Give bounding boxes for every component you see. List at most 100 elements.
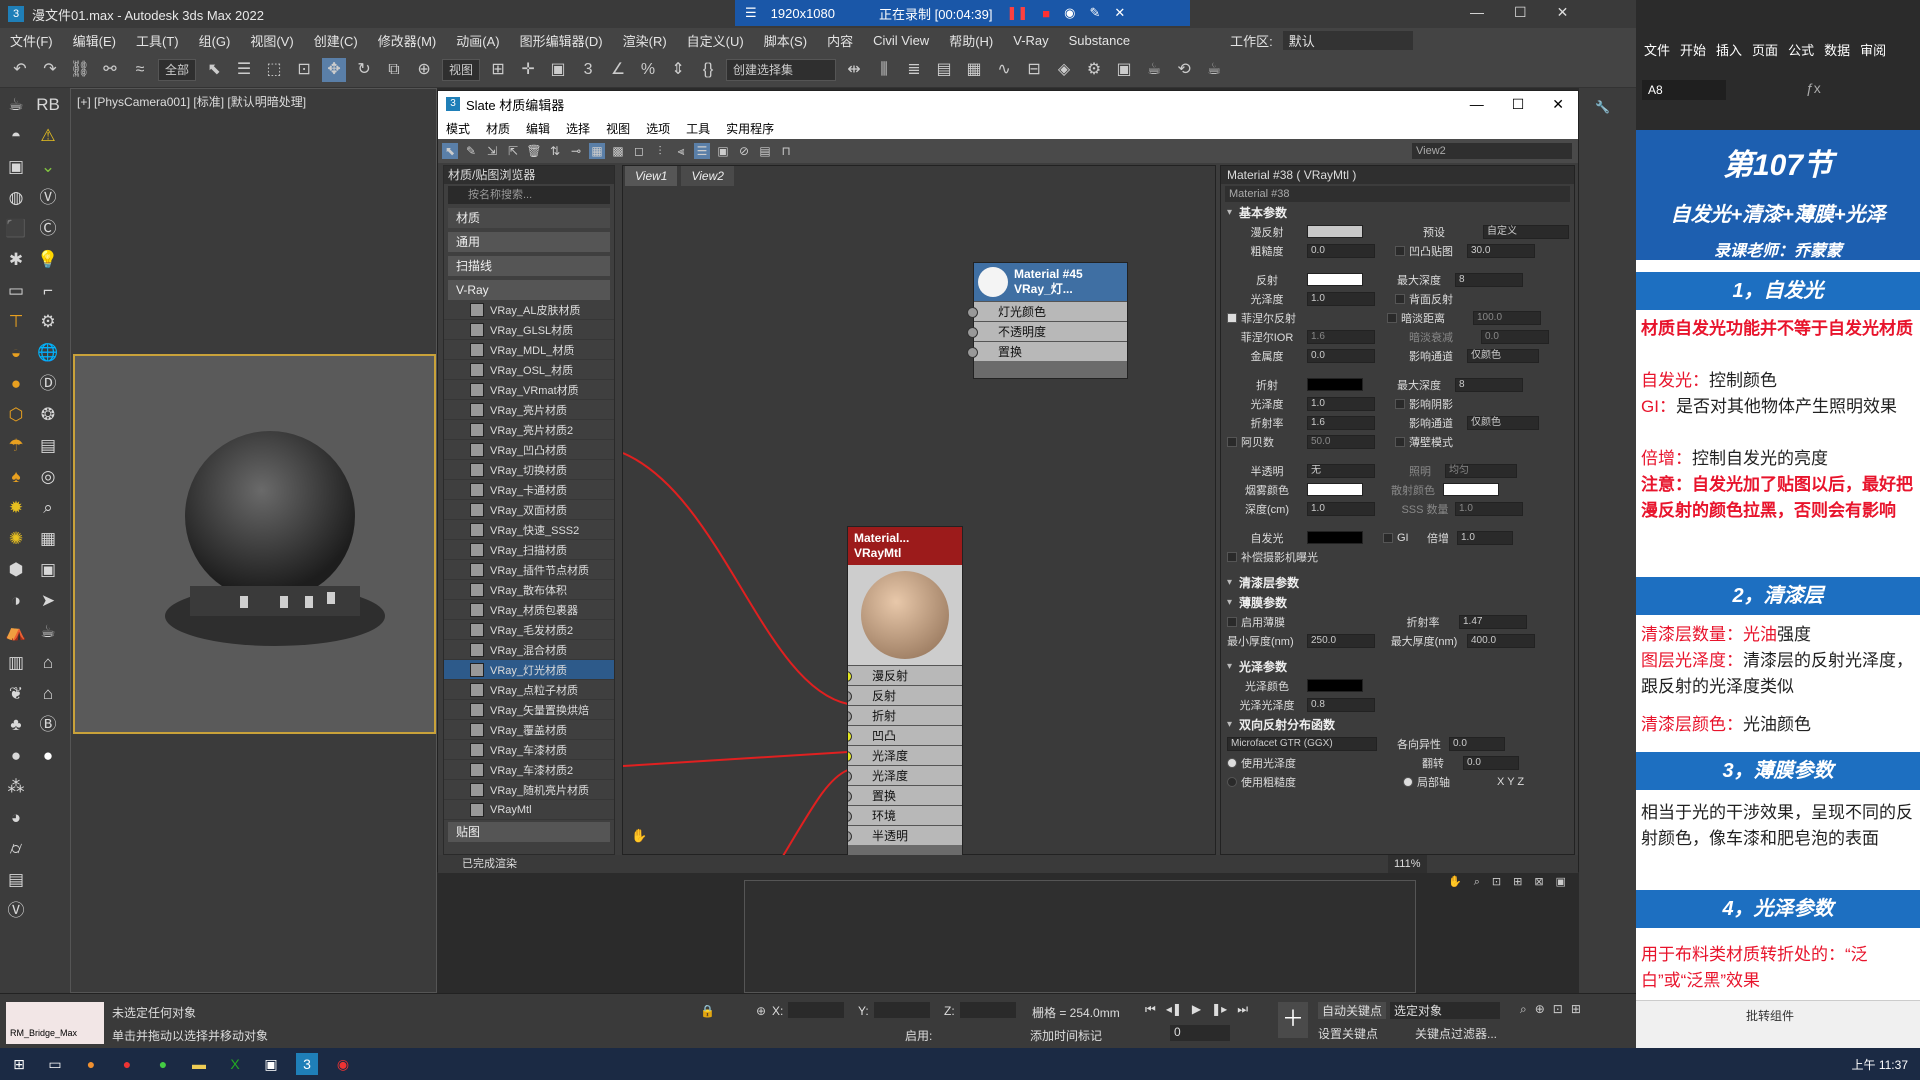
group-materials[interactable]: 材质: [448, 208, 610, 228]
star-light-icon[interactable]: ✹: [3, 495, 29, 521]
bulb-icon[interactable]: 💡: [35, 247, 61, 273]
start-icon[interactable]: ⊞: [8, 1053, 30, 1075]
bell-icon[interactable]: ⌂: [35, 650, 61, 676]
sme-menu-options[interactable]: 选项: [638, 120, 678, 137]
usegloss-radio[interactable]: [1227, 757, 1237, 768]
frame-icon[interactable]: ▣: [35, 557, 61, 583]
camera-tool-icon[interactable]: ▭: [3, 278, 29, 304]
gear-icon[interactable]: ⚙: [35, 309, 61, 335]
illum-select[interactable]: 均匀: [1445, 463, 1517, 478]
mirror-icon[interactable]: ⇹: [842, 58, 866, 82]
b-icon[interactable]: Ⓑ: [35, 712, 61, 738]
rotate-icon[interactable]: ↻: [352, 58, 376, 82]
node2-socket[interactable]: [848, 671, 852, 682]
tree-icon[interactable]: ♣: [3, 712, 29, 738]
material-list-item[interactable]: VRay_车漆材质2: [444, 760, 614, 780]
menu-view[interactable]: 视图(V): [240, 31, 303, 50]
hand-icon[interactable]: ✋: [631, 828, 647, 844]
render-frame-icon[interactable]: ▣: [1112, 58, 1136, 82]
node1-socket[interactable]: [967, 327, 978, 338]
material-list-item[interactable]: VRay_切换材质: [444, 460, 614, 480]
viewport-render[interactable]: [73, 354, 436, 734]
burst-icon[interactable]: ✺: [3, 526, 29, 552]
section-sheen[interactable]: 光泽参数: [1221, 658, 1574, 676]
roughness-spinner[interactable]: 0.0: [1307, 243, 1375, 258]
zoom-selected-icon[interactable]: ⊠: [1534, 873, 1543, 891]
wps-menu-file[interactable]: 文件: [1644, 40, 1670, 59]
menu-content[interactable]: 内容: [817, 31, 863, 50]
mult-spinner[interactable]: 1.0: [1457, 530, 1513, 545]
menu-vray[interactable]: V-Ray: [1003, 33, 1058, 48]
keyboard-shortcut-icon[interactable]: ▣: [546, 58, 570, 82]
section-basic[interactable]: 基本参数: [1221, 204, 1574, 222]
material-list-item[interactable]: VRay_亮片材质2: [444, 420, 614, 440]
zoom-region-icon[interactable]: ⊡: [1492, 873, 1501, 891]
metalness-spinner[interactable]: 0.0: [1307, 348, 1375, 363]
add-key-icon[interactable]: ＋: [1278, 1002, 1308, 1038]
material-list-item[interactable]: VRay_GLSL材质: [444, 320, 614, 340]
sme-menu-tools[interactable]: 工具: [678, 120, 718, 137]
select-by-name-icon[interactable]: ☰: [232, 58, 256, 82]
select-manipulate-icon[interactable]: ✛: [516, 58, 540, 82]
camera-icon[interactable]: ◉: [1064, 5, 1075, 21]
dimdist-spinner[interactable]: 100.0: [1473, 310, 1541, 325]
grass-icon[interactable]: ❦: [3, 681, 29, 707]
arrow-box-icon[interactable]: ➤: [35, 588, 61, 614]
sme-close-icon[interactable]: ✕: [1552, 96, 1564, 113]
sme-menu-select[interactable]: 选择: [558, 120, 598, 137]
node2-socket[interactable]: [848, 731, 852, 742]
house-icon[interactable]: ⌂: [35, 681, 61, 707]
vray-logo-icon[interactable]: Ⓥ: [3, 898, 29, 924]
maxdepth-spinner[interactable]: 8: [1455, 272, 1523, 287]
explorer-icon[interactable]: ▬: [188, 1053, 210, 1075]
zoom-extents-icon[interactable]: ⊞: [1513, 873, 1522, 891]
material-list-item[interactable]: VRay_MDL_材质: [444, 340, 614, 360]
sme-show-map-icon[interactable]: ▦: [589, 143, 605, 159]
reference-coord-select[interactable]: 视图: [442, 58, 481, 81]
aniso-spinner[interactable]: 0.0: [1449, 736, 1505, 751]
material-editor-icon[interactable]: ◈: [1052, 58, 1076, 82]
sme-menu-edit[interactable]: 编辑: [518, 120, 558, 137]
maxscript-listener[interactable]: RM_Bridge_Max: [6, 1002, 104, 1044]
sme-list-icon[interactable]: ▤: [757, 143, 773, 159]
bind-space-warp-icon[interactable]: ≈: [128, 58, 152, 82]
magnifier-icon[interactable]: ⌕: [35, 495, 61, 521]
node2-header[interactable]: Material... VRayMtl: [848, 527, 962, 565]
rect-select-icon[interactable]: ⬚: [262, 58, 286, 82]
spinner-snap-icon[interactable]: ⇕: [666, 58, 690, 82]
affch2-select[interactable]: 仅颜色: [1467, 415, 1539, 430]
brdf-select[interactable]: Microfacet GTR (GGX): [1227, 736, 1377, 751]
material-list-item[interactable]: VRay_点粒子材质: [444, 680, 614, 700]
translucency-select[interactable]: 无: [1307, 463, 1375, 478]
node1-slot-light-color[interactable]: 灯光颜色: [967, 301, 1127, 321]
percent-snap-icon[interactable]: %: [636, 58, 660, 82]
maximize-icon[interactable]: ☐: [1514, 4, 1527, 21]
ior-spinner[interactable]: 1.6: [1307, 415, 1375, 430]
cube-tool-icon[interactable]: ⬛: [3, 216, 29, 242]
key-filters-button[interactable]: 关键点过滤器...: [1415, 1025, 1497, 1042]
node2-socket[interactable]: [848, 691, 852, 702]
material-list-item[interactable]: VRay_毛发材质2: [444, 620, 614, 640]
browser-search-input[interactable]: 按名称搜索...: [448, 186, 610, 204]
group-general[interactable]: 通用: [448, 232, 610, 252]
fog-swatch[interactable]: [1307, 483, 1363, 496]
sme-sample-icon[interactable]: ◻: [631, 143, 647, 159]
section-film[interactable]: 薄膜参数: [1221, 594, 1574, 612]
fresnel-ior-spinner[interactable]: 1.6: [1307, 329, 1375, 344]
abbe-checkbox[interactable]: [1227, 436, 1237, 447]
cell-name-box[interactable]: A8: [1642, 80, 1726, 100]
nav-zoom-all-icon[interactable]: ⊕: [1535, 1002, 1545, 1017]
node2-slot[interactable]: 光泽度: [848, 745, 962, 765]
pillar-icon[interactable]: ▥: [3, 650, 29, 676]
aperture-icon[interactable]: ❂: [35, 402, 61, 428]
sheen-color-swatch[interactable]: [1307, 679, 1363, 692]
sme-layout-icon[interactable]: ⫶: [652, 143, 668, 159]
sss-spinner[interactable]: 1.0: [1455, 501, 1523, 516]
undo-icon[interactable]: ↶: [8, 58, 32, 82]
backrefl-checkbox[interactable]: [1395, 293, 1405, 304]
chevron-down-icon[interactable]: ⌄: [35, 154, 61, 180]
max-task-icon[interactable]: 3: [296, 1053, 318, 1075]
node-view[interactable]: View1 View2 Material #45 VRay_灯... 灯光颜色 …: [622, 165, 1216, 856]
lamp-icon[interactable]: ⊤: [3, 309, 29, 335]
group-maps[interactable]: 贴图: [448, 822, 610, 842]
